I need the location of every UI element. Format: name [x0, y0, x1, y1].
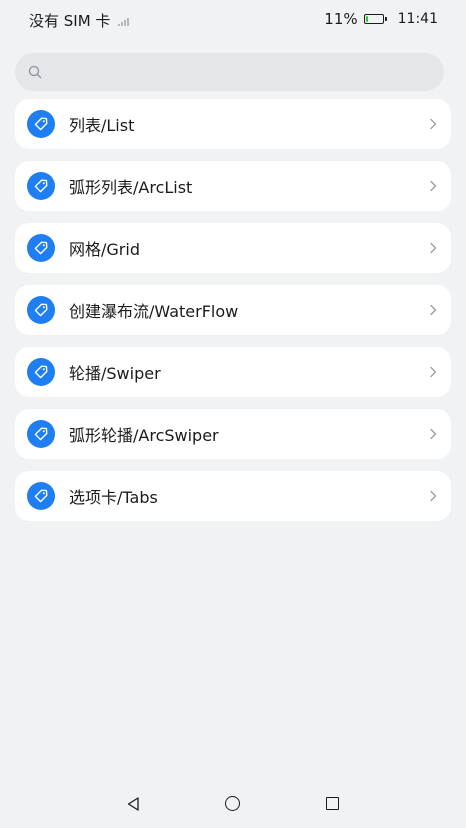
chevron-right-icon: [430, 242, 437, 254]
chevron-right-icon: [430, 180, 437, 192]
navigation-bar: [0, 780, 466, 828]
status-left: 没有 SIM 卡: [29, 10, 132, 31]
battery-fill: [365, 16, 368, 22]
chevron-right-icon: [430, 490, 437, 502]
list-item-grid[interactable]: 网格/Grid: [15, 223, 451, 273]
tag-icon: [27, 420, 55, 448]
list-item-waterflow[interactable]: 创建瀑布流/WaterFlow: [15, 285, 451, 335]
status-time: 11:41: [397, 11, 438, 27]
chevron-right-icon: [430, 366, 437, 378]
battery-percent: 11%: [324, 10, 358, 28]
status-right: 11% 11:41: [324, 10, 438, 28]
search-icon: [28, 65, 42, 79]
tag-icon: [27, 172, 55, 200]
tag-icon: [27, 482, 55, 510]
carrier-text: 没有 SIM 卡: [29, 12, 111, 30]
search-input[interactable]: [50, 62, 444, 82]
status-bar: 没有 SIM 卡 11% 11:41: [0, 0, 466, 42]
chevron-right-icon: [430, 118, 437, 130]
list-item-label: 弧形列表/ArcList: [69, 178, 193, 197]
list-item-label: 创建瀑布流/WaterFlow: [69, 302, 239, 321]
list-item-label: 弧形轮播/ArcSwiper: [69, 426, 219, 445]
list-item-tabs[interactable]: 选项卡/Tabs: [15, 471, 451, 521]
tag-icon: [27, 358, 55, 386]
list-item-label: 选项卡/Tabs: [69, 488, 158, 507]
chevron-right-icon: [430, 428, 437, 440]
signal-icon: [118, 16, 132, 26]
list-item-label: 列表/List: [69, 116, 135, 135]
list-item-arcswiper[interactable]: 弧形轮播/ArcSwiper: [15, 409, 451, 459]
back-icon[interactable]: [127, 797, 139, 811]
search-bar[interactable]: [15, 53, 444, 91]
component-list: 列表/List 弧形列表/ArcList 网格/Grid 创建瀑布流/Water…: [15, 99, 451, 533]
tag-icon: [27, 296, 55, 324]
list-item-label: 轮播/Swiper: [69, 364, 161, 383]
battery-indicator: 11%: [324, 10, 387, 28]
list-item-swiper[interactable]: 轮播/Swiper: [15, 347, 451, 397]
recents-icon[interactable]: [326, 797, 339, 810]
chevron-right-icon: [430, 304, 437, 316]
home-icon[interactable]: [225, 796, 240, 811]
list-item-list[interactable]: 列表/List: [15, 99, 451, 149]
list-item-arclist[interactable]: 弧形列表/ArcList: [15, 161, 451, 211]
tag-icon: [27, 110, 55, 138]
list-item-label: 网格/Grid: [69, 240, 140, 259]
tag-icon: [27, 234, 55, 262]
battery-icon: [363, 14, 387, 24]
